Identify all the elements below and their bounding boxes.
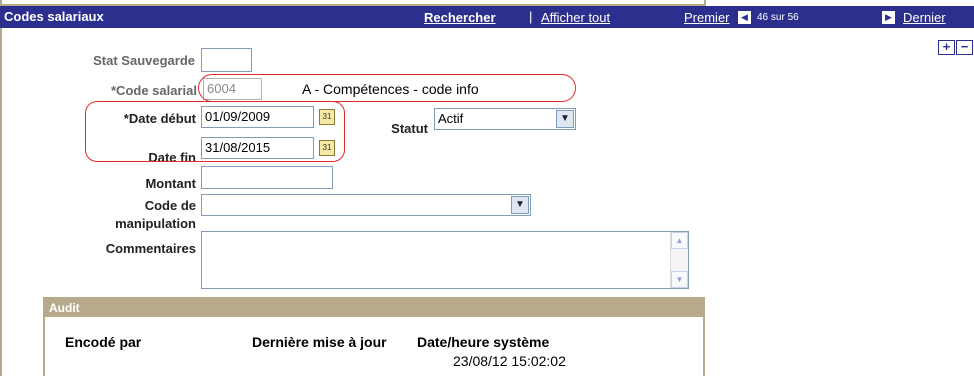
audit-timestamp: 23/08/12 15:02:02 [453, 353, 566, 369]
stat-sauvegarde-field[interactable] [201, 48, 252, 72]
link-separator: | [529, 9, 533, 24]
code-salarial-label: *Code salarial [111, 83, 197, 98]
stat-sauvegarde-label: Stat Sauvegarde [93, 53, 195, 68]
statut-label: Statut [391, 121, 428, 136]
add-row-button[interactable]: + [938, 40, 955, 55]
calendar-icon[interactable]: 31 [319, 140, 335, 156]
code-manipulation-label-line2: manipulation [115, 216, 196, 231]
code-salarial-field: 6004 [203, 78, 262, 100]
encode-par-label: Encodé par [65, 334, 142, 350]
code-manipulation-select[interactable] [201, 194, 531, 216]
commentaires-textarea[interactable]: ▲ ▼ [201, 231, 689, 289]
arrow-right-icon[interactable]: ▶ [882, 11, 895, 24]
date-debut-field[interactable]: 01/09/2009 [201, 106, 314, 128]
section-title: Codes salariaux [4, 9, 104, 24]
calendar-icon[interactable]: 31 [319, 109, 335, 125]
page-frame [0, 6, 8, 376]
arrow-left-icon[interactable]: ◀ [738, 11, 751, 24]
commentaires-label: Commentaires [105, 241, 196, 256]
derniere-mise-a-jour-label: Dernière mise à jour [252, 334, 387, 350]
premier-link[interactable]: Premier [684, 10, 730, 25]
dernier-link[interactable]: Dernier [903, 10, 946, 25]
chevron-down-icon[interactable]: ▼ [556, 110, 574, 128]
date-debut-label: *Date début [123, 111, 196, 126]
code-manipulation-label-line1: Code de [144, 198, 196, 213]
date-fin-label: Date fin [148, 150, 196, 165]
statut-select[interactable]: Actif [434, 108, 576, 130]
audit-header: Audit [45, 299, 703, 317]
montant-field[interactable] [201, 166, 333, 189]
montant-label: Montant [145, 176, 196, 191]
date-heure-systeme-label: Date/heure système [417, 334, 550, 350]
delete-row-button[interactable]: − [956, 40, 973, 55]
scroll-up-icon[interactable]: ▲ [671, 232, 688, 249]
rechercher-link[interactable]: Rechercher [424, 10, 496, 25]
commentaires-scrollbar[interactable]: ▲ ▼ [670, 232, 688, 288]
date-fin-field[interactable]: 31/08/2015 [201, 137, 314, 159]
afficher-tout-link[interactable]: Afficher tout [541, 10, 610, 25]
codes-salariaux-header: Codes salariaux Rechercher | Afficher to… [0, 6, 974, 28]
code-salarial-description: A - Compétences - code info [302, 81, 479, 97]
scroll-down-icon[interactable]: ▼ [671, 271, 688, 288]
chevron-down-icon[interactable]: ▼ [511, 196, 529, 214]
audit-group-box: Audit Encodé par Dernière mise à jour Da… [43, 297, 705, 376]
row-counter: 46 sur 56 [757, 12, 799, 23]
